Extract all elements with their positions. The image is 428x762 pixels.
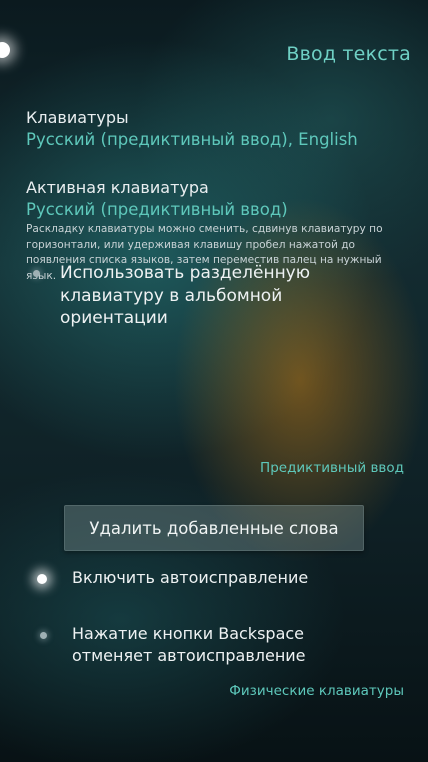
page-title: Ввод текста (286, 43, 411, 65)
active-keyboard-label: Активная клавиатура (26, 178, 209, 197)
delete-added-words-button[interactable]: Удалить добавленные слова (64, 505, 364, 551)
backspace-undo-label: Нажатие кнопки Backspace отменяет автоис… (72, 624, 306, 665)
keyboards-label: Клавиатуры (26, 108, 129, 127)
autocorrect-label: Включить автоисправление (72, 568, 309, 587)
switch-indicator-off (40, 632, 47, 639)
keyboards-value: Русский (предиктивный ввод), English (26, 130, 358, 149)
section-header-predictive: Предиктивный ввод (260, 460, 404, 476)
switch-indicator-on (37, 574, 47, 584)
pulley-indicator (0, 42, 10, 58)
section-header-physical: Физические клавиатуры (229, 683, 404, 699)
switch-indicator-off (33, 270, 40, 277)
keyboards-setting[interactable]: Клавиатуры Русский (предиктивный ввод), … (26, 108, 418, 149)
active-keyboard-value: Русский (предиктивный ввод) (26, 200, 288, 219)
split-keyboard-label: Использовать разделённую клавиатуру в ал… (60, 263, 311, 328)
